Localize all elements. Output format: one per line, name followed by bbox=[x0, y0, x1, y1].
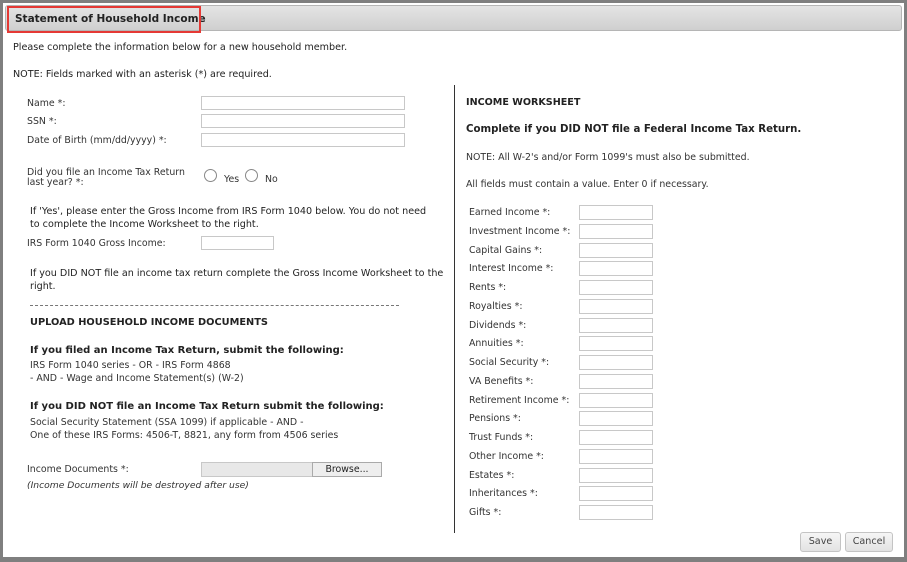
worksheet-field-input[interactable] bbox=[579, 448, 653, 464]
filed-line-2: - AND - Wage and Income Statement(s) (W-… bbox=[30, 373, 244, 384]
tax-return-yes-label: Yes bbox=[224, 174, 240, 185]
tax-return-question-line2: last year? *: bbox=[27, 177, 84, 188]
not-filed-line-2: One of these IRS Forms: 4506-T, 8821, an… bbox=[30, 430, 339, 441]
worksheet-field-input[interactable] bbox=[579, 261, 653, 277]
worksheet-field-label: Retirement Income *: bbox=[469, 394, 570, 406]
worksheet-row: Annuities *: bbox=[469, 336, 659, 352]
name-label: Name *: bbox=[27, 98, 66, 109]
worksheet-field-input[interactable] bbox=[579, 505, 653, 520]
worksheet-field-label: Gifts *: bbox=[469, 507, 502, 518]
worksheet-row: Rents *: bbox=[469, 280, 659, 296]
worksheet-note: NOTE: All W-2's and/or Form 1099's must … bbox=[466, 152, 750, 163]
worksheet-instruction: All fields must contain a value. Enter 0… bbox=[466, 179, 709, 190]
title-highlight-box bbox=[7, 6, 201, 33]
income-documents-label: Income Documents *: bbox=[27, 464, 129, 475]
worksheet-field-label: Trust Funds *: bbox=[469, 432, 534, 443]
worksheet-row: Earned Income *: bbox=[469, 205, 659, 221]
worksheet-row: Inheritances *: bbox=[469, 486, 659, 502]
worksheet-row: Other Income *: bbox=[469, 448, 659, 465]
worksheet-heading: INCOME WORKSHEET bbox=[466, 97, 581, 108]
worksheet-row: Investment Income *: bbox=[469, 223, 659, 240]
ssn-label: SSN *: bbox=[27, 116, 57, 127]
destroy-note: (Income Documents will be destroyed afte… bbox=[27, 480, 249, 491]
worksheet-field-label: Annuities *: bbox=[469, 338, 524, 350]
worksheet-field-label: Investment Income *: bbox=[469, 225, 571, 237]
if-not-instructions: If you DID NOT file an income tax return… bbox=[30, 268, 444, 292]
worksheet-field-label: Social Security *: bbox=[469, 357, 550, 368]
worksheet-field-input[interactable] bbox=[579, 336, 653, 352]
filed-heading: If you filed an Income Tax Return, submi… bbox=[30, 345, 344, 356]
worksheet-subheading: Complete if you DID NOT file a Federal I… bbox=[466, 124, 802, 135]
worksheet-field-label: Capital Gains *: bbox=[469, 244, 543, 256]
worksheet-row: Social Security *: bbox=[469, 355, 659, 371]
worksheet-field-label: Rents *: bbox=[469, 282, 507, 293]
worksheet-field-label: VA Benefits *: bbox=[469, 375, 534, 387]
required-note: NOTE: Fields marked with an asterisk (*)… bbox=[13, 69, 272, 80]
worksheet-field-label: Inheritances *: bbox=[469, 488, 538, 500]
worksheet-row: Trust Funds *: bbox=[469, 430, 659, 446]
worksheet-field-label: Interest Income *: bbox=[469, 263, 554, 275]
tax-return-no-label: No bbox=[265, 174, 278, 185]
worksheet-field-input[interactable] bbox=[579, 486, 653, 502]
if-yes-instructions: If 'Yes', please enter the Gross Income … bbox=[30, 206, 427, 230]
tax-return-yes-radio[interactable] bbox=[204, 169, 217, 182]
dob-input[interactable] bbox=[201, 133, 405, 147]
worksheet-row: Capital Gains *: bbox=[469, 242, 659, 259]
worksheet-field-input[interactable] bbox=[579, 411, 653, 427]
worksheet-field-input[interactable] bbox=[579, 223, 653, 239]
worksheet-row: Dividends *: bbox=[469, 317, 659, 334]
household-income-dialog: Statement of Household Income Please com… bbox=[3, 3, 904, 557]
worksheet-field-input[interactable] bbox=[579, 317, 653, 333]
worksheet-field-label: Other Income *: bbox=[469, 450, 544, 462]
worksheet-row: Estates *: bbox=[469, 467, 659, 484]
worksheet-row: Interest Income *: bbox=[469, 261, 659, 277]
worksheet-field-input[interactable] bbox=[579, 467, 653, 483]
filed-line-1: IRS Form 1040 series - OR - IRS Form 486… bbox=[30, 360, 231, 371]
form1040-label: IRS Form 1040 Gross Income: bbox=[27, 238, 166, 249]
worksheet-field-input[interactable] bbox=[579, 242, 653, 258]
worksheet-field-input[interactable] bbox=[579, 355, 653, 370]
income-documents-file-field[interactable] bbox=[201, 462, 312, 477]
upload-heading: UPLOAD HOUSEHOLD INCOME DOCUMENTS bbox=[30, 317, 268, 328]
intro-text: Please complete the information below fo… bbox=[13, 42, 348, 53]
worksheet-field-input[interactable] bbox=[579, 280, 653, 295]
cancel-button[interactable]: Cancel bbox=[845, 532, 893, 552]
browse-button[interactable]: Browse... bbox=[312, 462, 382, 477]
worksheet-row: Retirement Income *: bbox=[469, 392, 659, 409]
column-divider bbox=[454, 85, 455, 533]
worksheet-field-label: Royalties *: bbox=[469, 300, 523, 312]
worksheet-field-input[interactable] bbox=[579, 205, 653, 220]
not-filed-line-1: Social Security Statement (SSA 1099) if … bbox=[30, 417, 304, 428]
save-button[interactable]: Save bbox=[800, 532, 841, 552]
name-input[interactable] bbox=[201, 96, 405, 110]
worksheet-row: VA Benefits *: bbox=[469, 373, 659, 390]
worksheet-field-label: Dividends *: bbox=[469, 319, 527, 331]
worksheet-field-input[interactable] bbox=[579, 392, 653, 408]
worksheet-field-input[interactable] bbox=[579, 373, 653, 389]
worksheet-row: Royalties *: bbox=[469, 298, 659, 315]
worksheet-field-input[interactable] bbox=[579, 298, 653, 314]
form1040-gross-income-input[interactable] bbox=[201, 236, 274, 250]
worksheet-row: Gifts *: bbox=[469, 505, 659, 521]
not-filed-heading: If you DID NOT file an Income Tax Return… bbox=[30, 401, 384, 412]
worksheet-field-input[interactable] bbox=[579, 430, 653, 445]
worksheet-field-label: Estates *: bbox=[469, 469, 515, 481]
dob-label: Date of Birth (mm/dd/yyyy) *: bbox=[27, 135, 167, 146]
worksheet-field-label: Earned Income *: bbox=[469, 207, 551, 218]
tax-return-no-radio[interactable] bbox=[245, 169, 258, 182]
section-divider bbox=[30, 305, 399, 306]
ssn-input[interactable] bbox=[201, 114, 405, 128]
worksheet-field-label: Pensions *: bbox=[469, 413, 521, 425]
worksheet-row: Pensions *: bbox=[469, 411, 659, 427]
